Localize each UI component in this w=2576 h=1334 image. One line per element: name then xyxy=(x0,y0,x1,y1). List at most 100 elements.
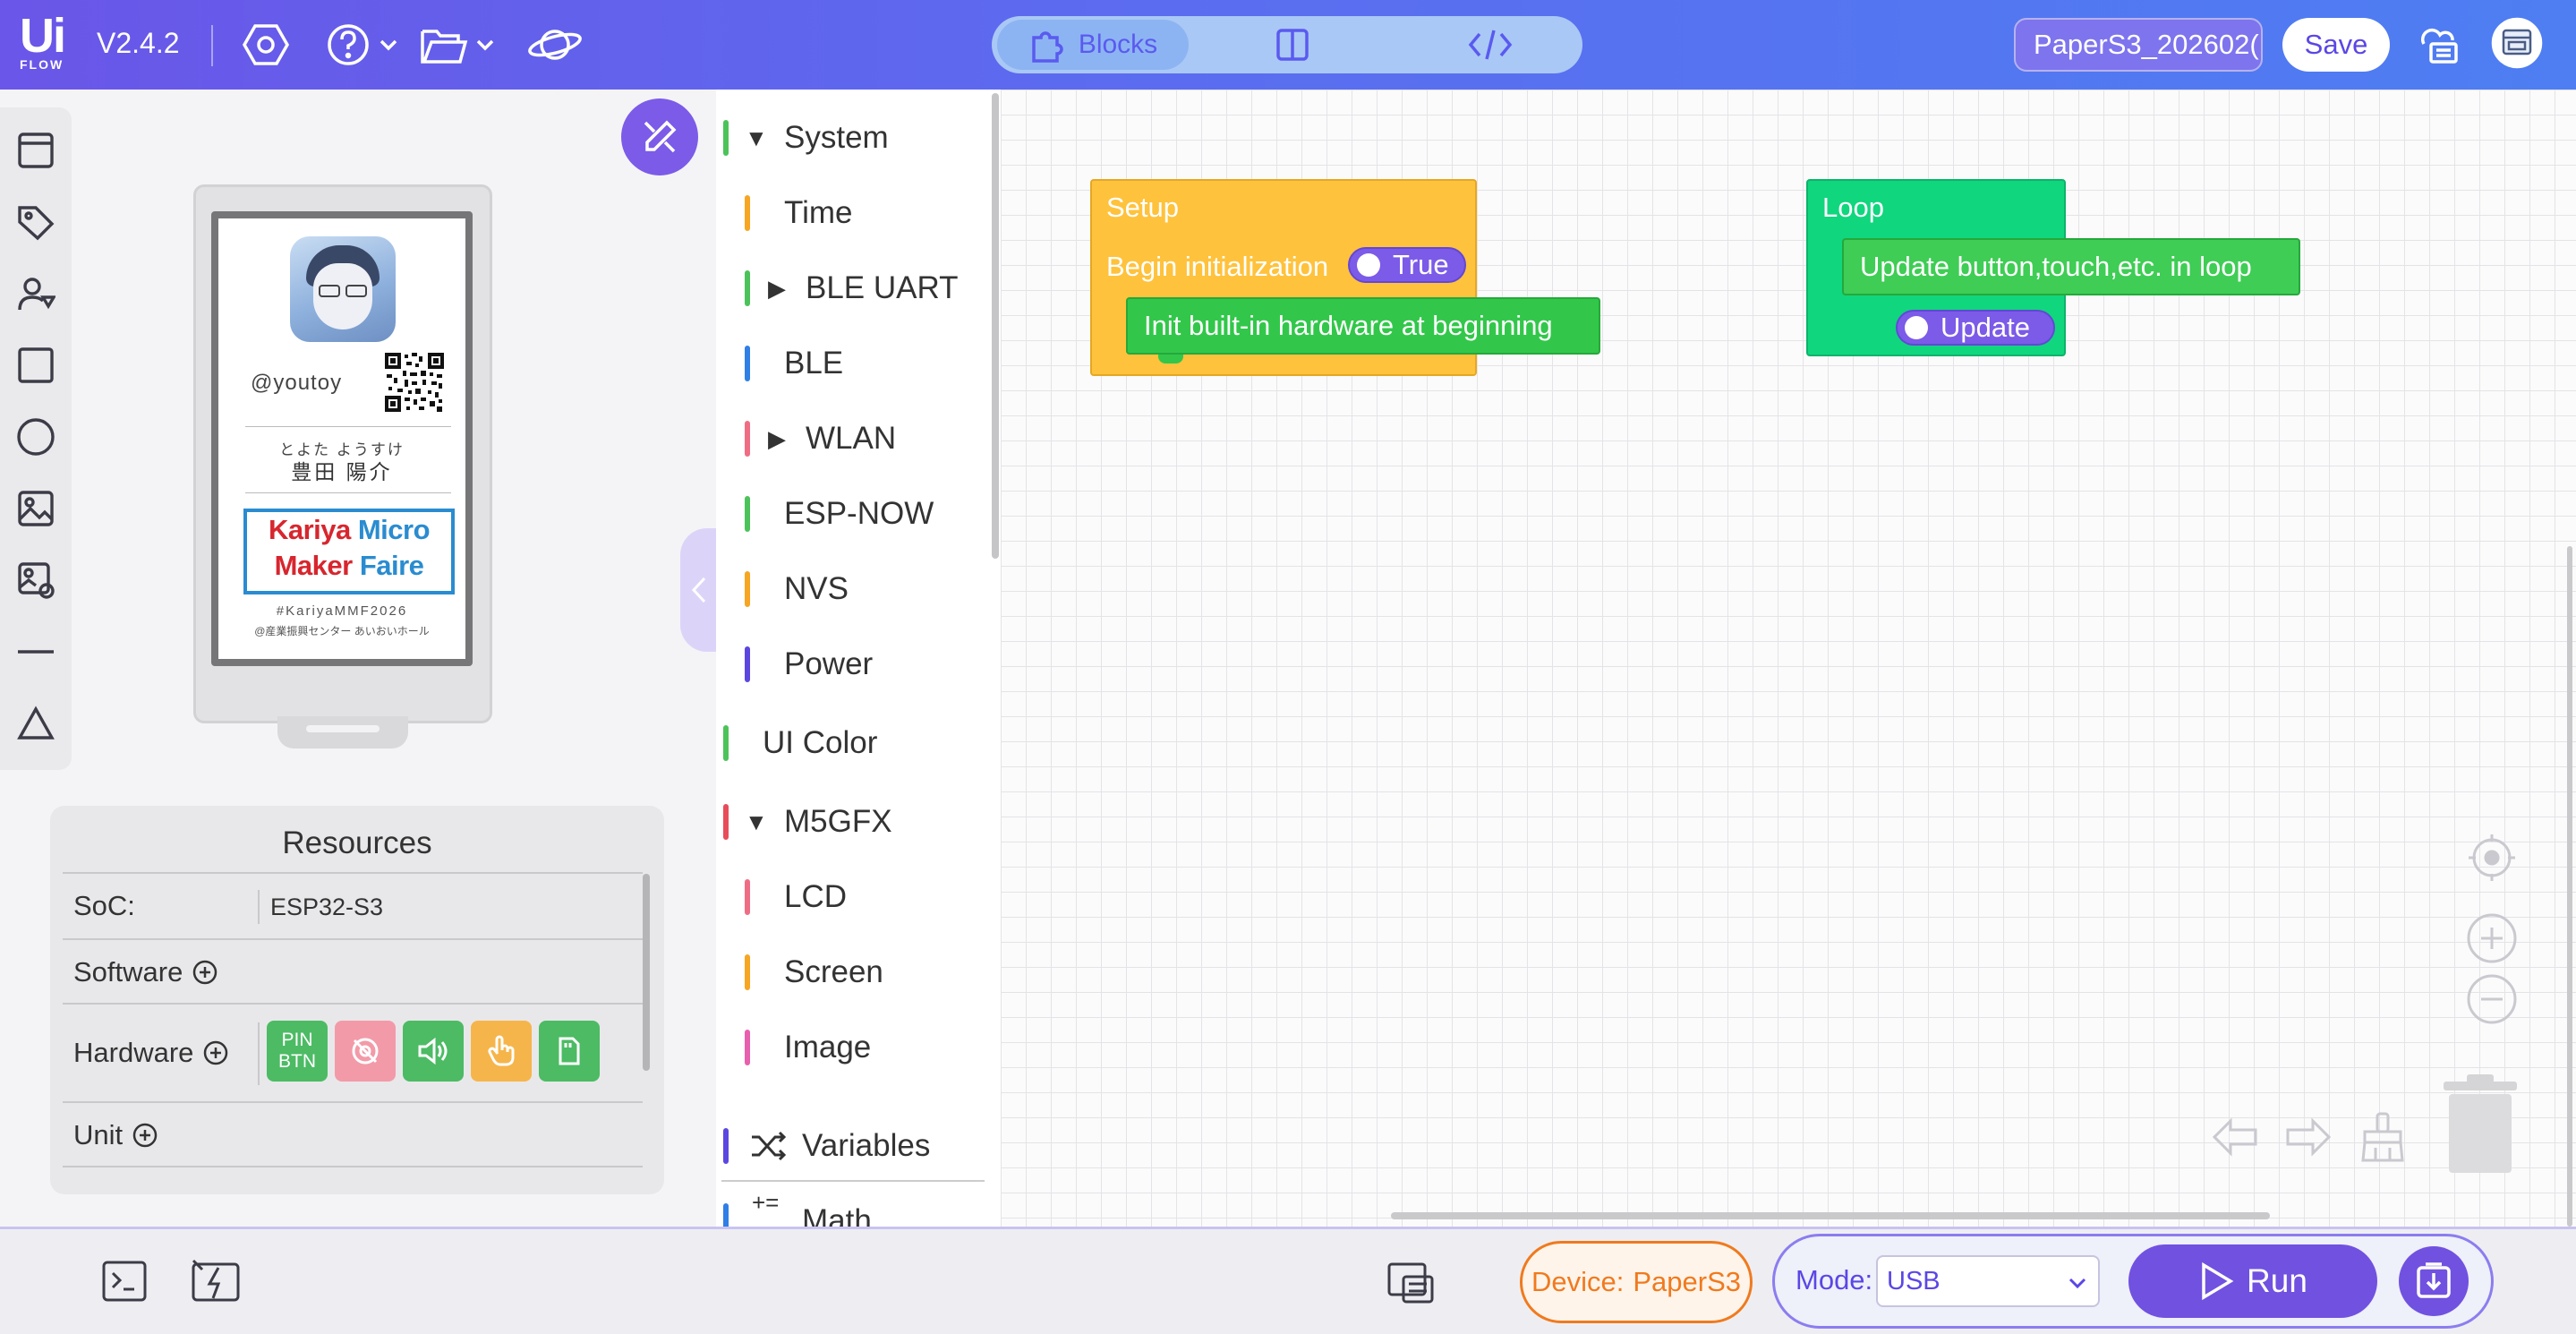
category-label: Math xyxy=(802,1203,872,1227)
settings-hex-icon[interactable] xyxy=(242,20,290,70)
toggle-knob xyxy=(1357,253,1380,277)
category-image[interactable]: Image xyxy=(716,1021,985,1074)
tab-split-view[interactable] xyxy=(1257,20,1328,70)
collapse-panel-toggle[interactable] xyxy=(680,528,718,652)
project-filename-input[interactable]: PaperS3_202602( xyxy=(2014,18,2263,72)
category-ble[interactable]: BLE xyxy=(716,337,985,390)
category-list-scrollbar[interactable] xyxy=(992,93,999,559)
blocks-workspace[interactable]: Setup Begin initialization True Init bui… xyxy=(1001,90,2576,1227)
play-icon xyxy=(2202,1261,2234,1301)
unit-label: Unit xyxy=(73,1119,124,1150)
category-wlan[interactable]: ▶ WLAN xyxy=(716,412,985,466)
download-to-device-button[interactable] xyxy=(2399,1246,2469,1316)
user-widget-icon[interactable] xyxy=(16,274,57,313)
logo-word: Micro xyxy=(357,514,431,545)
category-screen[interactable]: Screen xyxy=(716,945,985,999)
resource-row-unit: Unit xyxy=(63,1101,643,1166)
math-symbol-icon: += xyxy=(752,1189,780,1216)
hardware-chip-sd-card[interactable] xyxy=(539,1021,600,1082)
image-icon[interactable] xyxy=(16,489,55,528)
hardware-chip-touch[interactable] xyxy=(471,1021,532,1082)
category-lcd[interactable]: LCD xyxy=(716,870,985,924)
terminal-icon[interactable] xyxy=(100,1257,149,1310)
mode-select-value: USB xyxy=(1887,1266,1941,1296)
hardware-chip-pin-btn[interactable]: PIN BTN xyxy=(267,1021,328,1082)
hardware-chip-speaker[interactable] xyxy=(403,1021,464,1082)
user-avatar[interactable] xyxy=(2490,17,2544,69)
redo-icon[interactable] xyxy=(2282,1114,2333,1165)
init-hardware-label: Init built-in hardware at beginning xyxy=(1144,310,1553,341)
workspace-vertical-scrollbar[interactable] xyxy=(2567,546,2572,1227)
page-icon[interactable] xyxy=(16,131,55,170)
logo-word: Faire xyxy=(359,550,424,581)
image-plus-icon[interactable] xyxy=(16,560,55,600)
ui-edit-button[interactable] xyxy=(621,98,698,175)
chip-label: PIN BTN xyxy=(278,1030,316,1072)
workspace-horizontal-scrollbar[interactable] xyxy=(1391,1212,2270,1219)
device-screen[interactable]: @youtoy とよた ようすけ 豊田 陽介 Kariya Micro Make… xyxy=(211,211,473,666)
begin-init-toggle[interactable]: True xyxy=(1348,247,1466,283)
add-hardware-icon[interactable] xyxy=(202,1039,229,1066)
category-label: WLAN xyxy=(806,421,897,456)
add-unit-icon[interactable] xyxy=(132,1122,158,1149)
tab-blocks[interactable]: Blocks xyxy=(997,20,1189,70)
divider xyxy=(245,492,451,493)
hardware-label-group: Hardware xyxy=(73,1037,229,1069)
resources-scrollbar[interactable] xyxy=(643,874,650,1071)
init-hardware-block[interactable]: Init built-in hardware at beginning xyxy=(1126,297,1600,355)
run-button[interactable]: Run xyxy=(2128,1244,2377,1318)
category-ble-uart[interactable]: ▶ BLE UART xyxy=(716,261,985,315)
add-software-icon[interactable] xyxy=(192,959,218,986)
divider xyxy=(258,890,260,924)
planet-icon[interactable] xyxy=(526,20,584,70)
software-label-group: Software xyxy=(73,956,218,988)
pencil-ruler-icon xyxy=(644,120,677,153)
category-math[interactable]: += Math xyxy=(716,1189,985,1227)
category-time[interactable]: Time xyxy=(716,186,985,240)
puzzle-icon xyxy=(1032,31,1063,63)
save-button[interactable]: Save xyxy=(2282,18,2390,72)
zoom-in-icon[interactable] xyxy=(2465,911,2519,970)
cloud-project-icon[interactable] xyxy=(2417,20,2461,70)
hardware-chip-rtc[interactable] xyxy=(335,1021,396,1082)
chevron-left-icon xyxy=(691,577,706,603)
speaker-icon xyxy=(418,1037,448,1065)
flash-firmware-icon[interactable] xyxy=(190,1257,242,1310)
device-screen-icon[interactable] xyxy=(1386,1257,1436,1312)
category-ui-color[interactable]: UI Color xyxy=(716,716,985,770)
label-tag-icon[interactable] xyxy=(16,202,55,242)
profile-avatar-image xyxy=(290,236,396,342)
undo-icon[interactable] xyxy=(2211,1114,2261,1165)
triangle-icon[interactable] xyxy=(16,704,55,743)
category-nvs[interactable]: NVS xyxy=(716,562,985,616)
divider xyxy=(721,1180,985,1182)
line-icon[interactable] xyxy=(16,632,55,671)
update-toggle[interactable]: Update xyxy=(1896,310,2055,346)
expanded-triangle-icon: ▼ xyxy=(745,808,768,835)
update-loop-block[interactable]: Update button,touch,etc. in loop xyxy=(1842,238,2300,295)
toggle-value: True xyxy=(1393,249,1449,280)
category-variables[interactable]: Variables xyxy=(716,1119,985,1173)
category-esp-now[interactable]: ESP-NOW xyxy=(716,487,985,541)
resource-row-software: Software xyxy=(63,938,643,1003)
category-power[interactable]: Power xyxy=(716,637,985,691)
circle-icon[interactable] xyxy=(16,417,55,457)
top-bar: Ui FLOW V2.4.2 Blocks PaperS3_202602( Sa… xyxy=(0,0,2576,90)
mode-select[interactable]: USB xyxy=(1876,1255,2100,1307)
category-system[interactable]: ▼ System xyxy=(716,111,985,165)
tab-code[interactable] xyxy=(1450,20,1531,70)
trash-can-icon[interactable] xyxy=(2440,1071,2521,1183)
rectangle-icon[interactable] xyxy=(16,346,55,385)
open-file-menu-button[interactable] xyxy=(419,20,496,70)
category-m5gfx[interactable]: ▼ M5GFX xyxy=(716,795,985,849)
loop-block-title: Loop xyxy=(1822,192,1884,223)
help-menu-button[interactable] xyxy=(326,20,399,70)
recenter-target-icon[interactable] xyxy=(2465,831,2519,889)
device-status-badge[interactable]: Device: PaperS3 xyxy=(1520,1241,1753,1323)
zoom-out-icon[interactable] xyxy=(2465,972,2519,1030)
cleanup-broom-icon[interactable] xyxy=(2358,1110,2408,1168)
editor-mode-switch: Blocks xyxy=(992,16,1582,73)
category-label: BLE xyxy=(784,346,844,381)
touch-hand-icon xyxy=(488,1035,515,1066)
category-label: Power xyxy=(784,646,874,681)
